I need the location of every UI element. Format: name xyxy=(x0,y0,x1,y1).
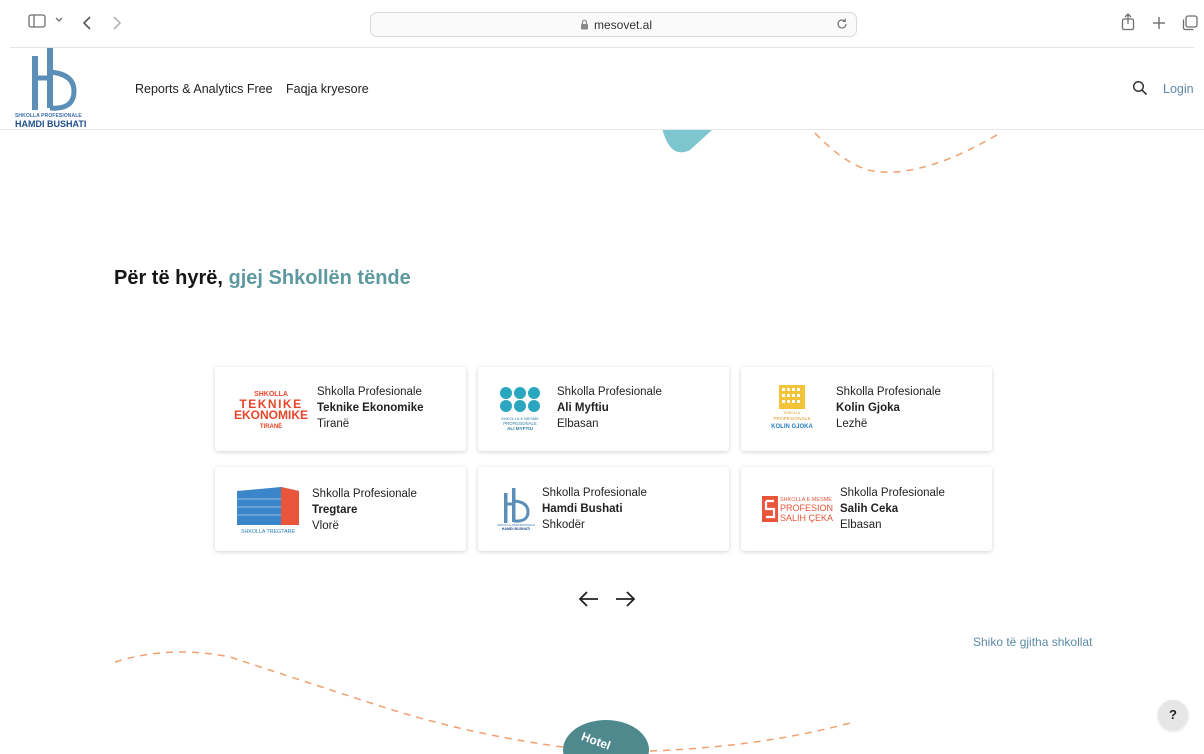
hotel-bubble-label: Hotel xyxy=(579,729,613,753)
logo-line: PROFESIONALE xyxy=(773,416,810,422)
carousel-next-arrow-icon[interactable] xyxy=(614,588,636,614)
hamdi-bushati-logo: SHKOLLA PROFESIONALE HAMDI BUSHATI xyxy=(497,488,535,531)
school-info: Shkolla Profesionale Ali Myftiu Elbasan xyxy=(557,384,662,432)
school-name: Hamdi Bushati xyxy=(542,503,623,515)
kolin-gjoka-logo: SHKOLLA PROFESIONALE KOLIN GJOKA xyxy=(771,385,814,430)
logo-line: HAMDI BUSHATI xyxy=(502,527,530,531)
teal-shape-top xyxy=(662,128,712,153)
hb-logo-icon xyxy=(32,48,77,111)
school-type: Shkolla Profesionale xyxy=(312,488,417,500)
school-type: Shkolla Profesionale xyxy=(836,386,941,398)
school-card[interactable]: SHKOLLA PROFESIONALE HAMDI BUSHATI Shkol… xyxy=(478,467,729,551)
logo-line: SHKOLLA xyxy=(784,411,801,415)
school-city: Lezhë xyxy=(836,418,868,430)
logo-line: SHKOLLA TREGTARE xyxy=(241,529,295,535)
logo-line: ALI MYFTIU xyxy=(507,426,533,431)
school-card[interactable]: SHKOLLA TEKNIKE EKONOMIKE TIRANË Shkolla… xyxy=(215,367,466,451)
dashed-curve-top xyxy=(814,132,1001,173)
site-logo[interactable]: SHKOLLA PROFESIONALE HAMDI BUSHATI xyxy=(14,48,92,130)
school-name: Salih Ceka xyxy=(840,503,899,515)
dashed-curve-bottom-left xyxy=(114,651,571,749)
main-nav: Reports & Analytics Free Faqja kryesore xyxy=(135,82,379,96)
heading-prefix: Për të hyrë, xyxy=(114,267,223,289)
school-card[interactable]: SHKOLLA PROFESIONALE KOLIN GJOKA Shkolla… xyxy=(741,367,992,451)
help-button[interactable]: ? xyxy=(1158,700,1188,730)
logo-line: TIRANË xyxy=(260,423,282,430)
site-header: SHKOLLA PROFESIONALE HAMDI BUSHATI Repor… xyxy=(0,48,1204,130)
dashed-curve-bottom-right xyxy=(649,722,851,752)
school-card[interactable]: SHKOLLA E MESME PROFESIONALE ALI MYFTIU … xyxy=(478,367,729,451)
school-city: Shkodër xyxy=(542,519,585,531)
teknike-ekonomike-logo: SHKOLLA TEKNIKE EKONOMIKE TIRANË xyxy=(234,391,308,430)
school-info: Shkolla Profesionale Salih Ceka Elbasan xyxy=(840,485,945,533)
school-info: Shkolla Profesionale Tregtare Vlorë xyxy=(312,486,417,534)
school-type: Shkolla Profesionale xyxy=(542,487,647,499)
logo-line: SALIH ÇEKA xyxy=(780,513,833,523)
heading-accent: gjej Shkollën tënde xyxy=(228,267,411,289)
logo-line: KOLIN GJOKA xyxy=(771,424,813,430)
carousel-prev-arrow-icon[interactable] xyxy=(578,588,600,614)
school-name: Ali Myftiu xyxy=(557,402,609,414)
search-icon[interactable] xyxy=(1132,80,1148,101)
nav-link-home[interactable]: Faqja kryesore xyxy=(286,82,369,96)
see-all-schools-link[interactable]: Shiko të gjitha shkollat xyxy=(973,635,1092,649)
school-city: Vlorë xyxy=(312,520,339,532)
school-name: Teknike Ekonomike xyxy=(317,402,424,414)
logo-line: EKONOMIKE xyxy=(234,408,308,422)
school-card[interactable]: SHKOLLA E MESME PROFESIONALE SALIH ÇEKA … xyxy=(741,467,992,551)
school-name: Tregtare xyxy=(312,504,358,516)
school-info: Shkolla Profesionale Kolin Gjoka Lezhë xyxy=(836,384,941,432)
ali-myftiu-logo: SHKOLLA E MESME PROFESIONALE ALI MYFTIU xyxy=(500,387,540,431)
logo-line: PROFESIONALE xyxy=(780,503,833,513)
school-type: Shkolla Profesionale xyxy=(317,386,422,398)
salih-ceka-logo: SHKOLLA E MESME PROFESIONALE SALIH ÇEKA xyxy=(762,496,833,523)
school-city: Elbasan xyxy=(557,418,599,430)
logo-caption-bottom: HAMDI BUSHATI xyxy=(15,119,87,129)
school-info: Shkolla Profesionale Teknike Ekonomike T… xyxy=(317,384,424,432)
school-info: Shkolla Profesionale Hamdi Bushati Shkod… xyxy=(542,485,647,533)
school-city: Tiranë xyxy=(317,418,350,430)
login-link[interactable]: Login xyxy=(1163,82,1194,96)
school-type: Shkolla Profesionale xyxy=(840,487,945,499)
section-heading: Për të hyrë, gjej Shkollën tënde xyxy=(114,267,411,290)
nav-link-reports[interactable]: Reports & Analytics Free xyxy=(135,82,273,96)
tregtare-logo: SHKOLLA TREGTARE xyxy=(237,487,299,535)
school-name: Kolin Gjoka xyxy=(836,402,900,414)
school-type: Shkolla Profesionale xyxy=(557,386,662,398)
school-card[interactable]: SHKOLLA TREGTARE Shkolla Profesionale Tr… xyxy=(215,467,466,551)
school-city: Elbasan xyxy=(840,519,882,531)
